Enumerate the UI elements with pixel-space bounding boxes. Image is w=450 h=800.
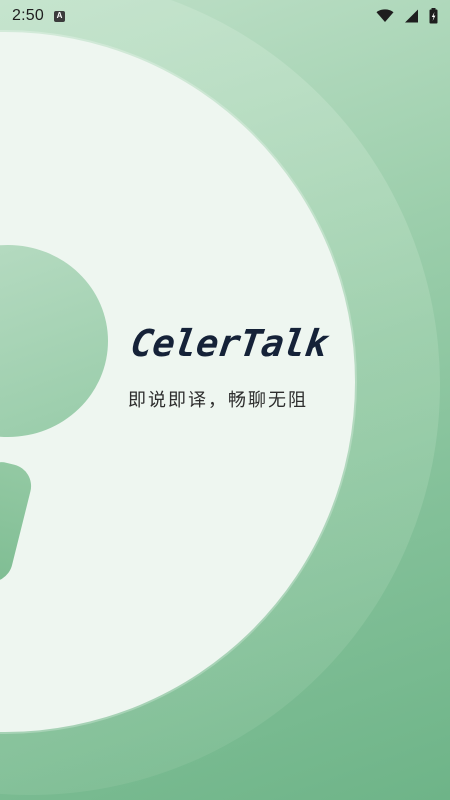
status-bar-right	[376, 8, 438, 24]
battery-icon	[429, 8, 438, 24]
signal-icon	[404, 9, 419, 23]
a-icon: A	[53, 10, 65, 22]
app-tagline: 即说即译，畅聊无阻	[128, 390, 308, 411]
app-logo: CelerTalk	[127, 322, 331, 365]
wifi-icon	[376, 9, 394, 23]
brand-block: CelerTalk	[0, 322, 445, 365]
status-time: 2:50	[12, 7, 44, 24]
status-bar-left: 2:50 A	[12, 7, 65, 25]
status-bar: 2:50 A	[0, 0, 450, 32]
